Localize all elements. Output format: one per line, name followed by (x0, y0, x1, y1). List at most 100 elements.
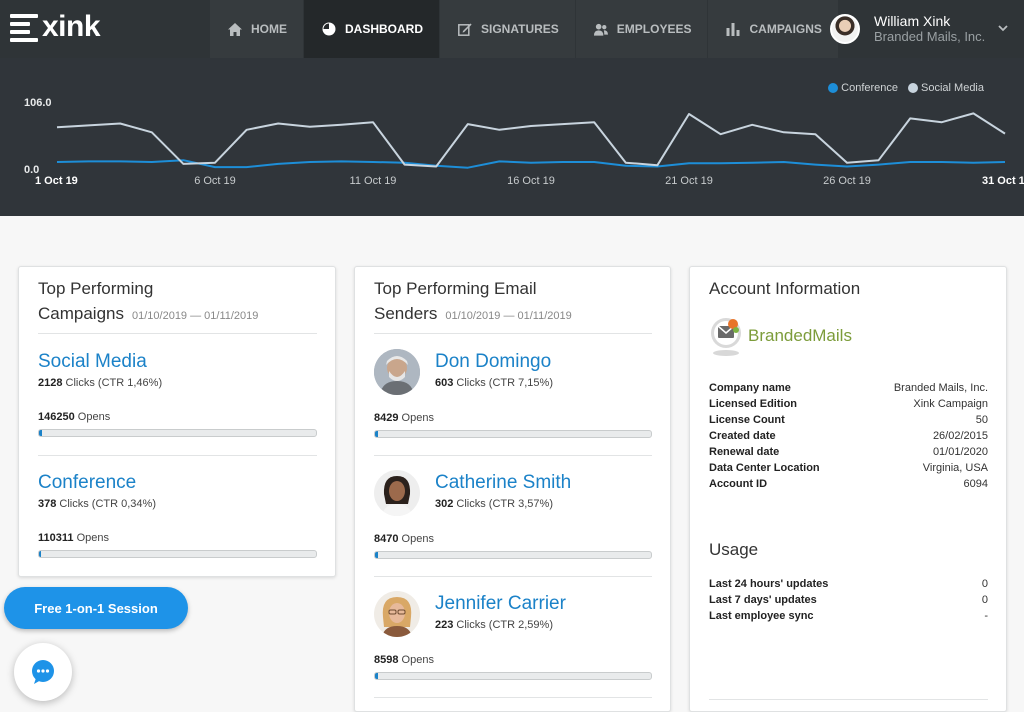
usage-row-value: 0 (981, 594, 988, 606)
sender-opens-block: 8470 Opens (374, 533, 652, 559)
account-info-row-label: Created date (709, 430, 776, 442)
activity-chart: 106.0 0.0 1 Oct 19 6 Oct 19 11 Oct 19 16 Oct … (0, 58, 1024, 216)
account-info-row-label: Licensed Edition (709, 398, 798, 410)
campaigns-card-title-line1: Top Performing (38, 279, 154, 298)
senders-card-title-line2: Senders (374, 304, 438, 323)
sender-clicks: 223 Clicks (CTR 2,59%) (435, 619, 553, 631)
x-tick-label: 6 Oct 19 (194, 175, 236, 187)
account-info-row: Renewal date 01/01/2020 (709, 444, 988, 460)
sender-item: Jennifer Carrier 223 Clicks (CTR 2,59%) (435, 593, 566, 631)
opens-progress-bar (38, 429, 317, 437)
nav-employees-label: EMPLOYEES (616, 22, 692, 36)
nav-dashboard-label: DASHBOARD (345, 22, 423, 36)
nav-campaigns[interactable]: CAMPAIGNS (708, 0, 839, 58)
nav-campaigns-label: CAMPAIGNS (749, 22, 822, 36)
sender-clicks: 302 Clicks (CTR 3,57%) (435, 498, 553, 510)
y-tick-label: 106.0 (24, 97, 52, 109)
account-info-row-value: Xink Campaign (913, 398, 988, 410)
sender-item: Catherine Smith 302 Clicks (CTR 3,57%) (435, 472, 571, 510)
edit-icon (458, 22, 472, 36)
campaigns-card-title-line2: Campaigns (38, 304, 124, 323)
senders-date-range: 01/10/2019 — 01/11/2019 (445, 310, 572, 322)
legend-item-conference[interactable]: Conference (828, 82, 898, 94)
sender-opens: 8470 Opens (374, 533, 434, 545)
home-icon (228, 22, 242, 36)
campaign-clicks: 2128 Clicks (CTR 1,46%) (38, 377, 163, 389)
usage-row: Last 7 days' updates 0 (709, 592, 988, 608)
xink-logo[interactable]: xink (10, 10, 101, 43)
nav-employees[interactable]: EMPLOYEES (575, 0, 709, 58)
campaigns-date-range: 01/10/2019 — 01/11/2019 (132, 310, 259, 322)
campaign-name-link[interactable]: Social Media (38, 351, 317, 373)
account-info-row-label: Renewal date (709, 446, 780, 458)
free-session-button[interactable]: Free 1-on-1 Session (4, 587, 188, 629)
usage-row-value: - (984, 610, 988, 622)
x-tick-label: 26 Oct 19 (823, 175, 871, 187)
sender-avatar (374, 470, 420, 516)
divider (374, 333, 652, 334)
account-info-row-value: 50 (975, 414, 988, 426)
usage-row: Last employee sync - (709, 608, 988, 624)
account-info-row: License Count 50 (709, 412, 988, 428)
nav-signatures[interactable]: SIGNATURES (440, 0, 576, 58)
divider (374, 455, 652, 456)
divider (374, 697, 652, 698)
campaign-opens: 110311 Opens (38, 532, 109, 544)
opens-progress-bar (374, 672, 652, 680)
nav-home-label: HOME (251, 22, 287, 36)
x-tick-label: 1 Oct 19 (35, 175, 78, 187)
sender-name-link[interactable]: Jennifer Carrier (435, 593, 566, 615)
series-line-social-media[interactable] (56, 112, 1006, 168)
chat-button[interactable] (14, 643, 72, 701)
account-info-row-label: Company name (709, 382, 791, 394)
legend-item-social-media[interactable]: Social Media (908, 82, 984, 94)
opens-progress-fill (375, 552, 378, 558)
legend-dot-social-media (908, 83, 919, 93)
account-info-row-value: Virginia, USA (922, 462, 988, 474)
x-tick-label: 21 Oct 19 (665, 175, 713, 187)
usage-row-value: 0 (981, 578, 988, 590)
account-information-card: Account Information BrandedMails Company… (689, 266, 1007, 712)
logo-text: xink (42, 10, 101, 43)
top-campaigns-card: Top Performing Campaigns 01/10/2019 — 01/… (18, 266, 336, 577)
usage-row-label: Last employee sync (709, 610, 814, 622)
sender-opens: 8429 Opens (374, 412, 434, 424)
legend-dot-conference (828, 83, 839, 93)
account-info-row-label: License Count (709, 414, 785, 426)
sender-opens: 8598 Opens (374, 654, 434, 666)
senders-card-title-line1: Top Performing Email (374, 279, 537, 298)
account-info-row-label: Account ID (709, 478, 768, 490)
nav-home[interactable]: HOME (210, 0, 304, 58)
chat-bubble-icon (32, 660, 54, 684)
account-info-row-value: Branded Mails, Inc. (893, 382, 988, 394)
account-details: Company name Branded Mails, Inc. Licensed … (709, 380, 988, 492)
divider (709, 699, 988, 700)
sender-name-link[interactable]: Catherine Smith (435, 472, 571, 494)
user-company: Branded Mails, Inc. (874, 29, 986, 44)
sender-clicks: 603 Clicks (CTR 7,15%) (435, 377, 553, 389)
top-navigation-bar: xink HOME DASHBOARD SIGNATURES EMPLOYEES (0, 0, 1024, 58)
divider (38, 333, 317, 334)
sender-name-link[interactable]: Don Domingo (435, 351, 553, 373)
menu-lines-icon (10, 12, 38, 42)
account-info-row-label: Data Center Location (709, 462, 820, 474)
chevron-down-icon[interactable] (998, 20, 1008, 35)
account-info-row-value: 01/01/2020 (932, 446, 988, 458)
usage-row: Last 24 hours' updates 0 (709, 576, 988, 592)
opens-progress-fill (39, 551, 42, 557)
user-menu[interactable]: William Xink Branded Mails, Inc. (822, 0, 1024, 58)
nav-signatures-label: SIGNATURES (481, 22, 559, 36)
campaign-name-link[interactable]: Conference (38, 472, 317, 494)
branded-mails-logo-icon (711, 318, 741, 356)
chart-legend: Conference Social Media (818, 82, 984, 94)
x-tick-label: 16 Oct 19 (507, 175, 555, 187)
sender-item: Don Domingo 603 Clicks (CTR 7,15%) (435, 351, 553, 389)
nav-dashboard[interactable]: DASHBOARD (304, 0, 440, 58)
bar-chart-icon (726, 22, 740, 36)
usage-row-label: Last 7 days' updates (709, 594, 817, 606)
legend-label-social-media: Social Media (921, 82, 984, 94)
account-info-row-value: 6094 (963, 478, 988, 490)
people-icon (593, 22, 608, 36)
campaign-item: Conference 378 Clicks (CTR 0,34%) 110311… (38, 472, 317, 558)
top-senders-card: Top Performing Email Senders 01/10/2019 —… (354, 266, 671, 712)
